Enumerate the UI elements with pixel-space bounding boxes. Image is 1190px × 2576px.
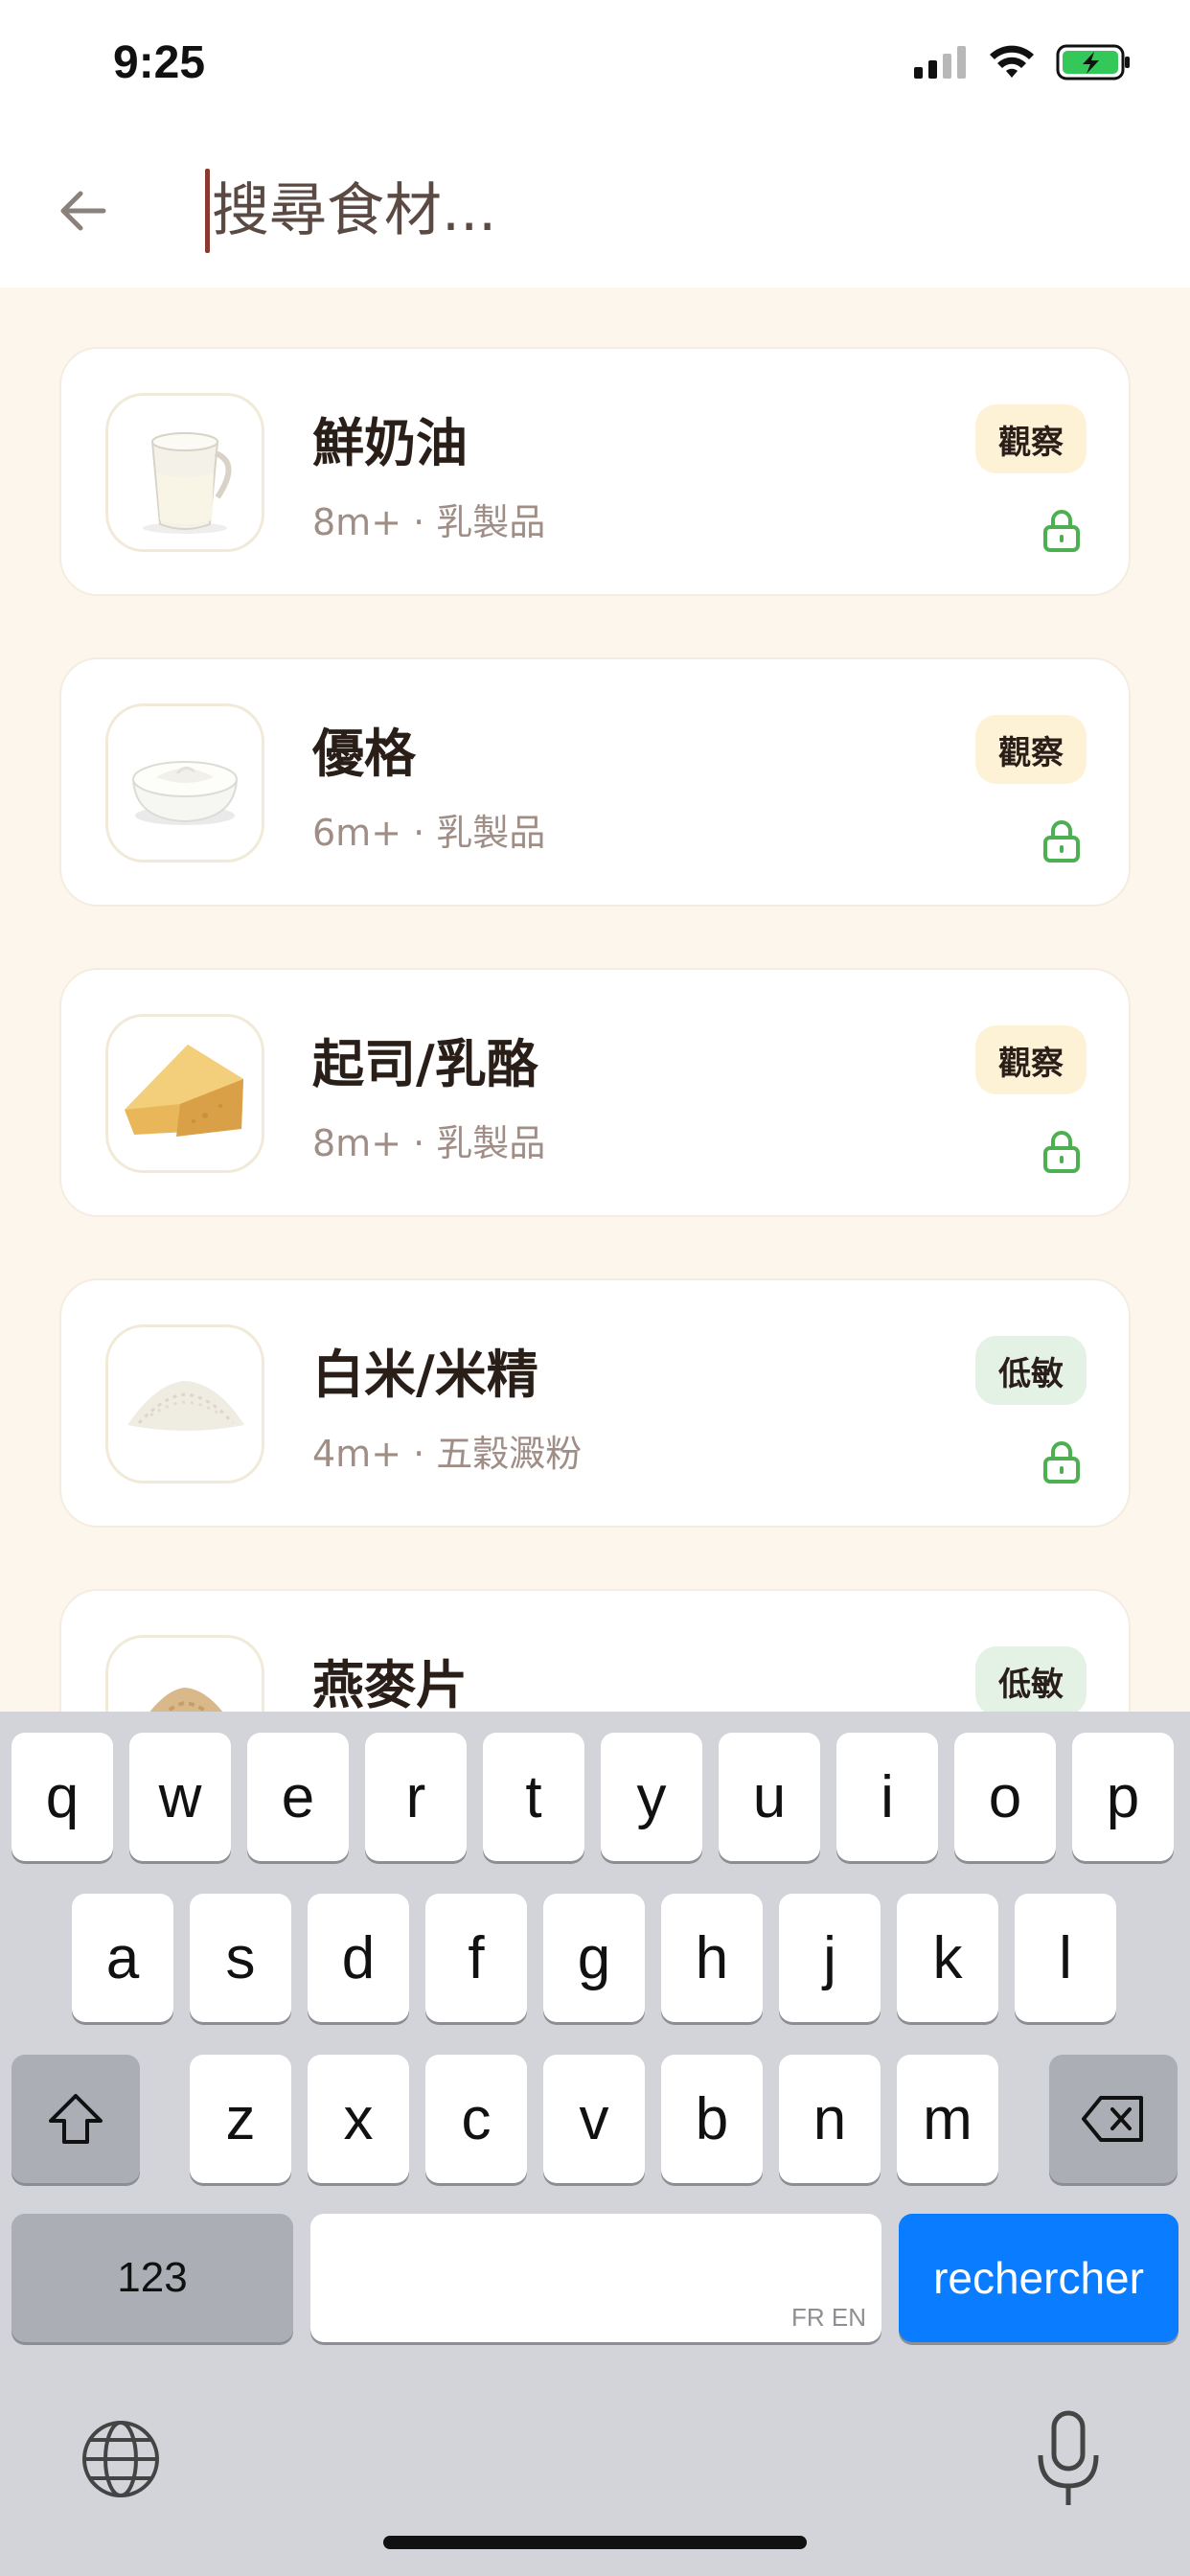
lock-icon xyxy=(1043,820,1080,862)
signal-icon xyxy=(914,46,966,79)
ingredient-name: 鮮奶油 xyxy=(312,413,468,473)
key-r[interactable]: r xyxy=(365,1733,467,1861)
back-button[interactable] xyxy=(46,174,119,247)
ingredient-card[interactable]: 燕麥片 低敏 xyxy=(59,1589,1131,1712)
key-w[interactable]: w xyxy=(129,1733,231,1861)
ingredient-name: 白米/米精 xyxy=(312,1345,538,1405)
ingredient-meta: 4m+ · 五穀澱粉 xyxy=(312,1433,583,1475)
microphone-button[interactable] xyxy=(1035,2409,1102,2509)
key-b[interactable]: b xyxy=(661,2055,763,2183)
status-bar: 9:25 xyxy=(0,0,1190,134)
delete-key[interactable] xyxy=(1049,2055,1178,2183)
key-k[interactable]: k xyxy=(897,1894,998,2022)
key-v[interactable]: v xyxy=(543,2055,645,2183)
key-m[interactable]: m xyxy=(897,2055,998,2183)
cream-jug-image xyxy=(105,393,264,552)
key-h[interactable]: h xyxy=(661,1894,763,2022)
key-x[interactable]: x xyxy=(308,2055,409,2183)
key-c[interactable]: c xyxy=(425,2055,527,2183)
delete-icon xyxy=(1082,2096,1143,2142)
ingredient-name: 燕麥片 xyxy=(312,1655,468,1712)
status-time: 9:25 xyxy=(113,37,206,88)
search-header xyxy=(0,134,1190,288)
home-indicator xyxy=(383,2536,807,2549)
ingredient-meta: 6m+ · 乳製品 xyxy=(312,812,546,854)
lock-icon xyxy=(1043,510,1080,552)
shift-icon xyxy=(49,2094,103,2144)
shift-key[interactable] xyxy=(11,2055,140,2183)
search-action-key[interactable]: rechercher xyxy=(899,2214,1179,2342)
globe-button[interactable] xyxy=(80,2419,161,2499)
key-p[interactable]: p xyxy=(1072,1733,1174,1861)
ingredient-list[interactable]: 鮮奶油 8m+ · 乳製品 觀察 優格 6m+ · 乳製品 觀察 起司/乳酪 8… xyxy=(0,288,1190,1712)
status-badge: 觀察 xyxy=(975,1025,1087,1094)
search-input[interactable] xyxy=(210,165,976,257)
key-a[interactable]: a xyxy=(72,1894,173,2022)
wifi-icon xyxy=(990,45,1034,78)
ingredient-meta: 8m+ · 乳製品 xyxy=(312,1122,546,1164)
key-q[interactable]: q xyxy=(11,1733,113,1861)
ingredient-meta: 8m+ · 乳製品 xyxy=(312,501,546,543)
key-j[interactable]: j xyxy=(779,1894,881,2022)
key-o[interactable]: o xyxy=(954,1733,1056,1861)
lock-icon xyxy=(1043,1441,1080,1484)
status-badge: 低敏 xyxy=(975,1336,1087,1405)
search-field[interactable] xyxy=(205,165,976,257)
language-hint: FR EN xyxy=(791,2303,866,2332)
ingredient-name: 起司/乳酪 xyxy=(312,1034,538,1094)
rice-pile-image xyxy=(105,1324,264,1484)
yogurt-bowl-image xyxy=(105,703,264,862)
key-l[interactable]: l xyxy=(1015,1894,1116,2022)
ingredient-card[interactable]: 起司/乳酪 8m+ · 乳製品 觀察 xyxy=(59,968,1131,1217)
key-z[interactable]: z xyxy=(190,2055,291,2183)
space-key[interactable]: FR EN xyxy=(310,2214,881,2342)
cheese-wedge-image xyxy=(105,1014,264,1173)
ingredient-card[interactable]: 鮮奶油 8m+ · 乳製品 觀察 xyxy=(59,347,1131,596)
arrow-left-icon xyxy=(60,191,106,231)
keyboard: 123 FR EN rechercher qwertyuiop asdfghjkl… xyxy=(0,1712,1190,2576)
key-u[interactable]: u xyxy=(719,1733,820,1861)
microphone-icon xyxy=(1038,2410,1099,2505)
key-f[interactable]: f xyxy=(425,1894,527,2022)
status-badge: 低敏 xyxy=(975,1646,1087,1712)
battery-charging-icon xyxy=(1056,44,1130,80)
key-g[interactable]: g xyxy=(543,1894,645,2022)
key-s[interactable]: s xyxy=(190,1894,291,2022)
ingredient-card[interactable]: 白米/米精 4m+ · 五穀澱粉 低敏 xyxy=(59,1278,1131,1528)
lock-icon xyxy=(1043,1131,1080,1173)
ingredient-name: 優格 xyxy=(312,724,416,784)
key-y[interactable]: y xyxy=(601,1733,702,1861)
globe-icon xyxy=(82,2421,159,2497)
oats-pile-image xyxy=(105,1635,264,1712)
numbers-key[interactable]: 123 xyxy=(11,2214,293,2342)
status-icons xyxy=(914,44,1133,80)
status-badge: 觀察 xyxy=(975,715,1087,784)
key-d[interactable]: d xyxy=(308,1894,409,2022)
key-i[interactable]: i xyxy=(836,1733,938,1861)
ingredient-card[interactable]: 優格 6m+ · 乳製品 觀察 xyxy=(59,657,1131,907)
key-n[interactable]: n xyxy=(779,2055,881,2183)
status-badge: 觀察 xyxy=(975,404,1087,473)
key-t[interactable]: t xyxy=(483,1733,584,1861)
key-e[interactable]: e xyxy=(247,1733,349,1861)
